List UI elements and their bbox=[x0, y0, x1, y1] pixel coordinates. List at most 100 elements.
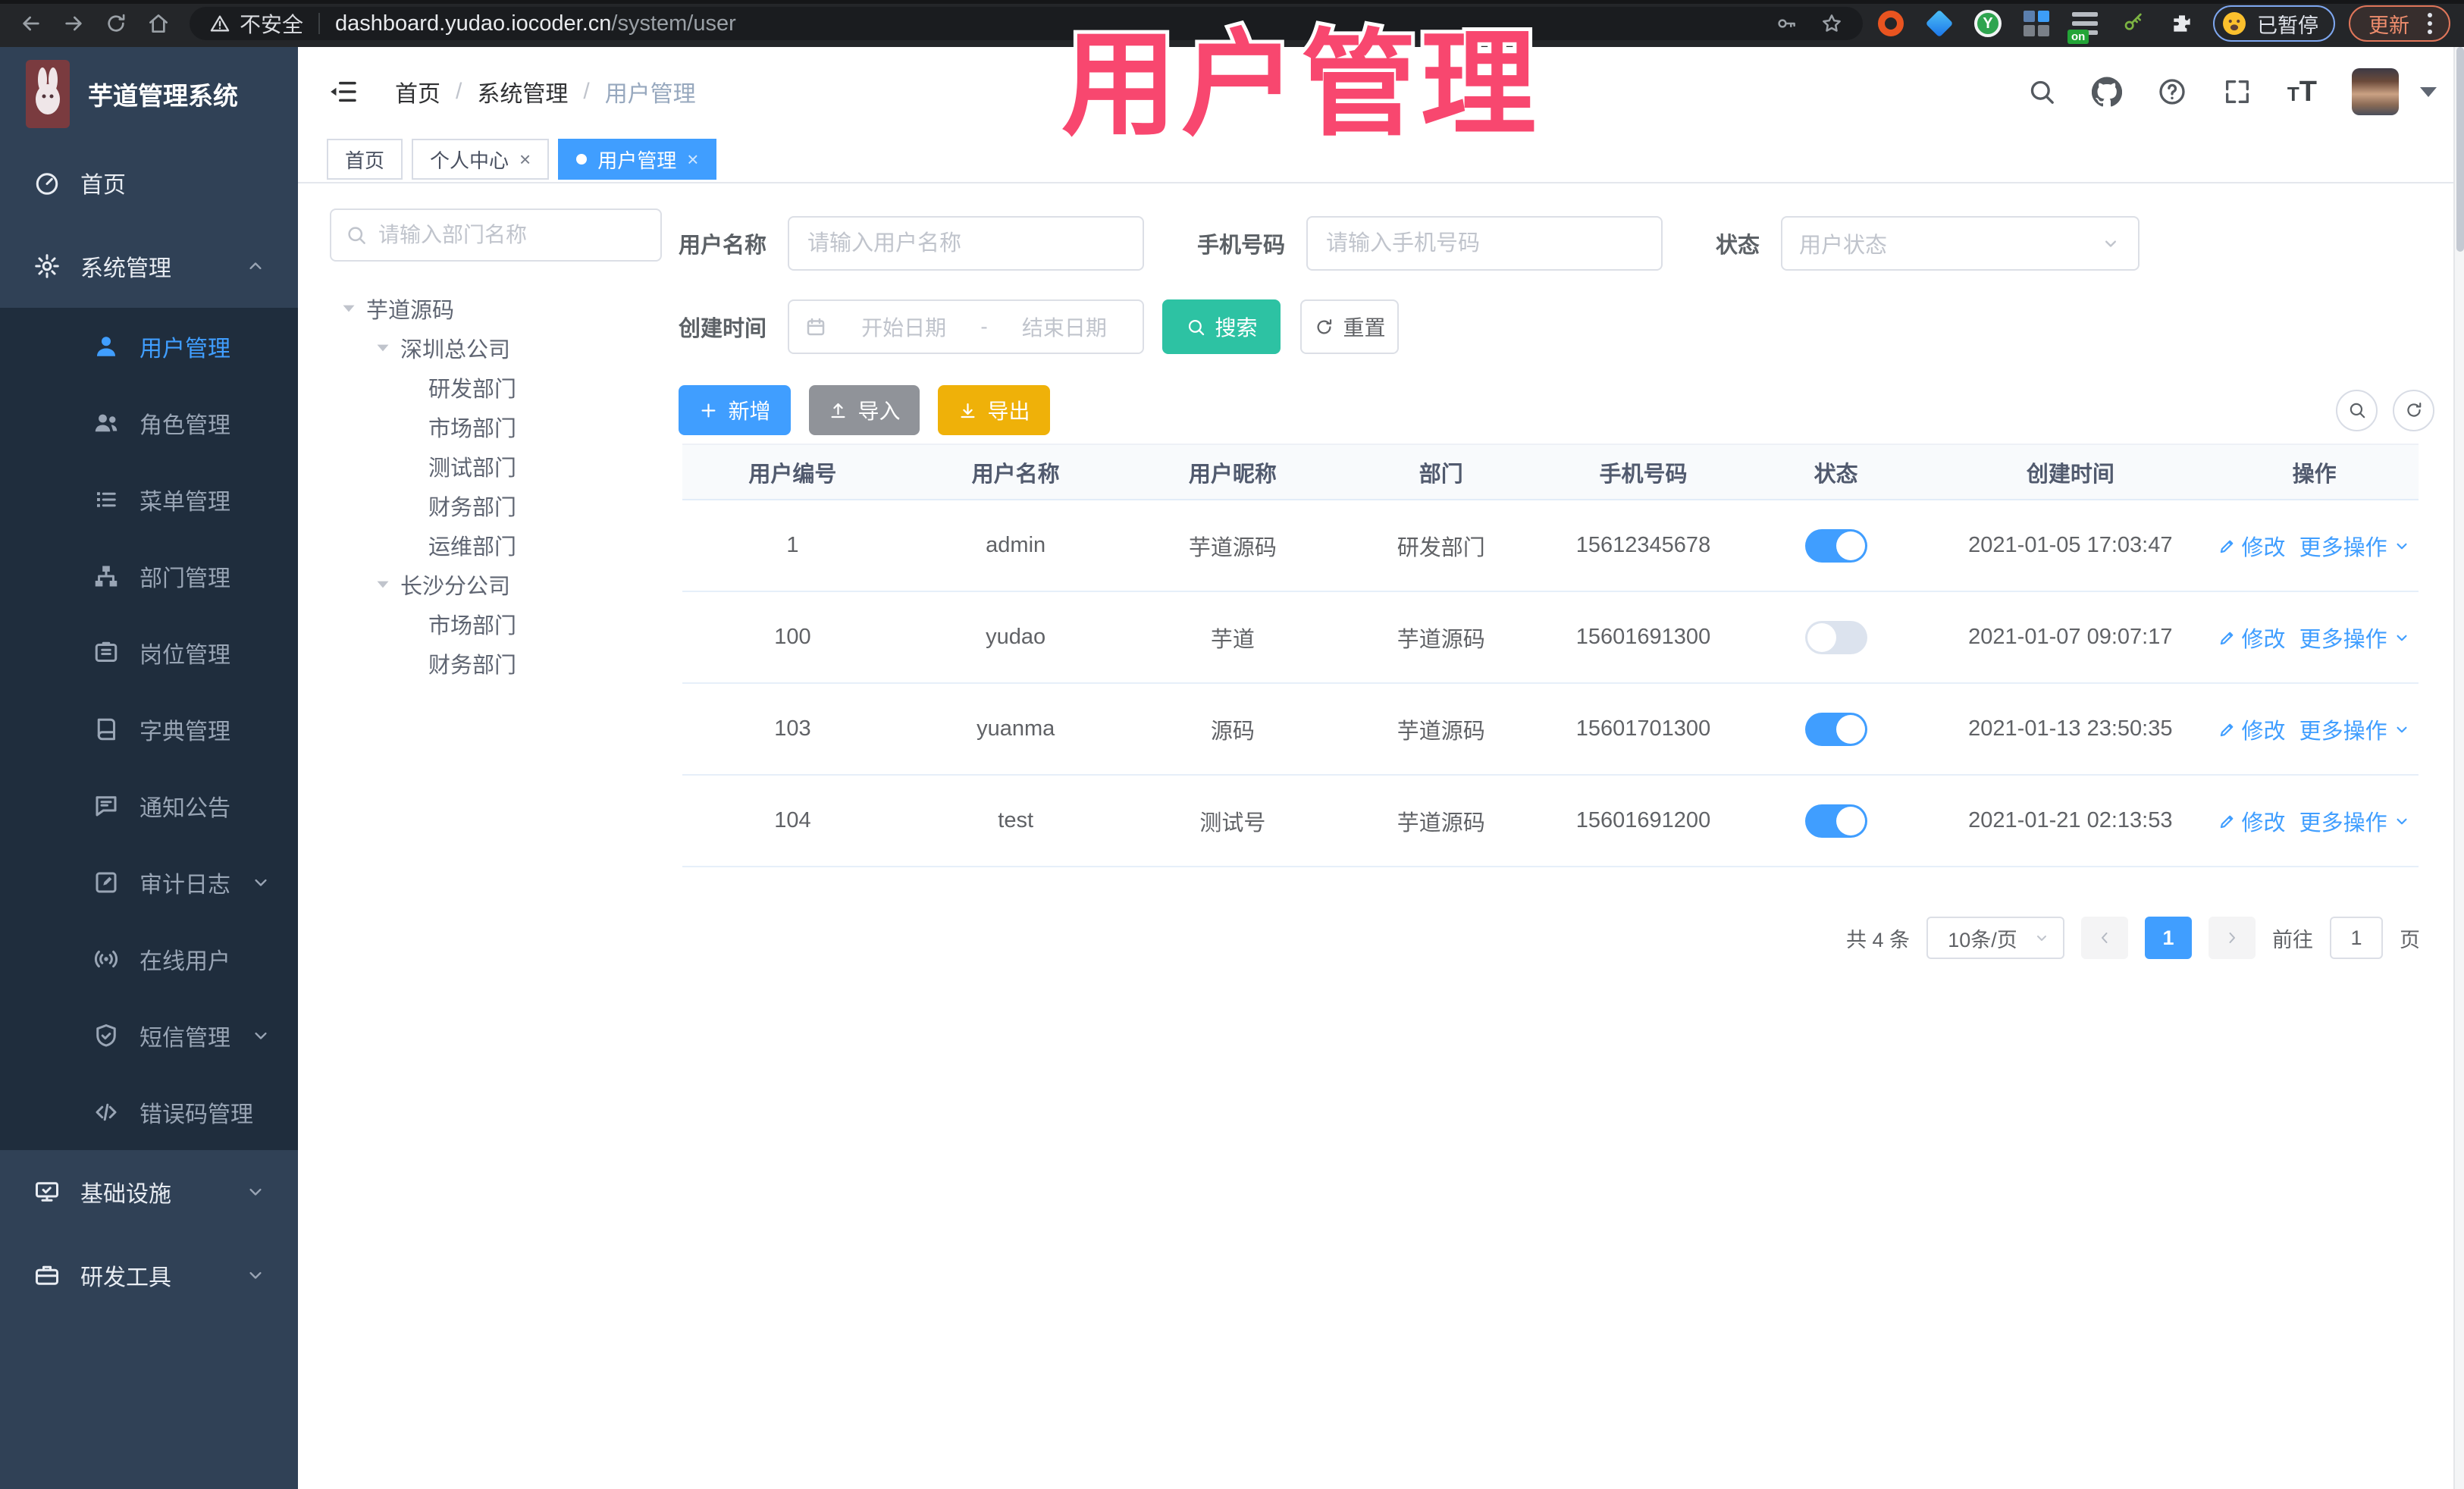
status-toggle[interactable] bbox=[1804, 620, 1867, 654]
tab-profile[interactable]: 个人中心 × bbox=[412, 139, 550, 180]
show-search-toggle-button[interactable] bbox=[2336, 389, 2378, 431]
tab-user-management[interactable]: 用户管理 × bbox=[558, 139, 717, 180]
tree-node[interactable]: 财务部门 bbox=[330, 486, 662, 525]
extension-key-icon[interactable] bbox=[2119, 9, 2148, 38]
status-toggle[interactable] bbox=[1804, 712, 1867, 746]
extension-y-icon[interactable]: Y bbox=[1973, 9, 2002, 38]
search-button[interactable]: 搜索 bbox=[1162, 299, 1281, 354]
page-size-select[interactable]: 10条/页 bbox=[1926, 917, 2064, 959]
current-page[interactable]: 1 bbox=[2145, 917, 2192, 959]
browser-menu-icon[interactable] bbox=[2423, 10, 2437, 37]
extension-grid-icon[interactable] bbox=[2022, 9, 2051, 38]
tree-caret-icon[interactable] bbox=[337, 297, 360, 320]
sidebar-item[interactable]: 首页 bbox=[0, 141, 298, 224]
password-key-icon[interactable] bbox=[1775, 12, 1798, 35]
browser-home-button[interactable] bbox=[141, 6, 176, 41]
close-tab-icon[interactable]: × bbox=[687, 148, 698, 171]
sidebar-item[interactable]: 角色管理 bbox=[0, 384, 298, 461]
next-page-button[interactable] bbox=[2209, 917, 2256, 959]
import-button[interactable]: 导入 bbox=[809, 385, 920, 435]
cell-user-id: 104 bbox=[774, 808, 811, 832]
tree-node[interactable]: 市场部门 bbox=[330, 407, 662, 447]
scrollbar[interactable] bbox=[2453, 47, 2464, 1489]
app-logo[interactable]: 芋道管理系统 bbox=[0, 47, 298, 141]
edit-action[interactable]: 修改 bbox=[2218, 622, 2286, 654]
mobile-input[interactable] bbox=[1306, 216, 1663, 271]
edit-action[interactable]: 修改 bbox=[2218, 530, 2286, 562]
status-toggle[interactable] bbox=[1804, 528, 1867, 563]
extension-switch-icon[interactable]: on bbox=[2067, 9, 2099, 44]
breadcrumb-system[interactable]: 系统管理 bbox=[477, 75, 568, 108]
tree-node[interactable]: 市场部门 bbox=[330, 604, 662, 644]
sidebar-item[interactable]: 短信管理 bbox=[0, 997, 298, 1074]
tree-node[interactable]: 运维部门 bbox=[330, 525, 662, 565]
sidebar-item[interactable]: 字典管理 bbox=[0, 691, 298, 767]
tree-node[interactable]: 财务部门 bbox=[330, 644, 662, 683]
tree-node[interactable]: 测试部门 bbox=[330, 447, 662, 486]
status-toggle[interactable] bbox=[1804, 804, 1867, 838]
tree-node[interactable]: 芋道源码 bbox=[330, 289, 662, 328]
sidebar-item[interactable]: 系统管理 bbox=[0, 224, 298, 308]
sidebar-item[interactable]: 部门管理 bbox=[0, 538, 298, 614]
address-bar[interactable]: 不安全 dashboard.yudao.iocoder.cn/system/us… bbox=[190, 7, 1863, 40]
scrollbar-thumb[interactable] bbox=[2456, 47, 2464, 252]
export-button[interactable]: 导出 bbox=[938, 385, 1050, 435]
devtools-icon bbox=[33, 1262, 61, 1289]
fullscreen-icon[interactable] bbox=[2222, 77, 2252, 107]
sidebar-item[interactable]: 在线用户 bbox=[0, 920, 298, 997]
tree-caret-icon[interactable] bbox=[371, 573, 394, 596]
status-select[interactable]: 用户状态 bbox=[1781, 216, 2140, 271]
security-label[interactable]: 不安全 bbox=[240, 8, 303, 39]
tree-node[interactable]: 长沙分公司 bbox=[330, 565, 662, 604]
edit-action[interactable]: 修改 bbox=[2218, 805, 2286, 837]
more-actions[interactable]: 更多操作 bbox=[2299, 530, 2412, 562]
avatar-caret-icon[interactable] bbox=[2420, 86, 2437, 97]
extensions-puzzle-icon[interactable] bbox=[2168, 9, 2196, 38]
refresh-icon bbox=[2406, 403, 2421, 417]
font-size-icon[interactable]: TT bbox=[2287, 76, 2317, 108]
username-input[interactable] bbox=[788, 216, 1145, 271]
extension-kite-icon[interactable] bbox=[1925, 9, 1954, 38]
sidebar-item[interactable]: 菜单管理 bbox=[0, 461, 298, 538]
sidebar-item[interactable]: 审计日志 bbox=[0, 844, 298, 920]
extension-ubuntu-icon[interactable] bbox=[1876, 9, 1905, 38]
help-icon[interactable] bbox=[2157, 77, 2187, 107]
browser-reload-button[interactable] bbox=[99, 6, 133, 41]
goto-page-input[interactable] bbox=[2330, 917, 2383, 959]
tree-node[interactable]: 深圳总公司 bbox=[330, 328, 662, 368]
page-url[interactable]: dashboard.yudao.iocoder.cn/system/user bbox=[335, 11, 736, 36]
refresh-table-button[interactable] bbox=[2393, 389, 2434, 431]
sidebar-item[interactable]: 通知公告 bbox=[0, 767, 298, 844]
more-actions[interactable]: 更多操作 bbox=[2299, 713, 2412, 745]
calendar-icon bbox=[807, 318, 825, 336]
tab-home[interactable]: 首页 bbox=[327, 139, 403, 180]
date-range-picker[interactable]: 开始日期 - 结束日期 bbox=[788, 299, 1145, 354]
sidebar-item[interactable]: 用户管理 bbox=[0, 308, 298, 384]
edit-action[interactable]: 修改 bbox=[2218, 713, 2286, 745]
bookmark-star-icon[interactable] bbox=[1820, 12, 1843, 35]
browser-update-chip[interactable]: 更新 bbox=[2349, 5, 2450, 42]
collapse-sidebar-icon[interactable] bbox=[328, 76, 360, 108]
sidebar-item[interactable]: 基础设施 bbox=[0, 1150, 298, 1234]
tree-node[interactable]: 研发部门 bbox=[330, 368, 662, 407]
breadcrumb-home[interactable]: 首页 bbox=[395, 75, 440, 108]
sidebar-item[interactable]: 岗位管理 bbox=[0, 614, 298, 691]
prev-page-button[interactable] bbox=[2081, 917, 2128, 959]
reset-button[interactable]: 重置 bbox=[1300, 299, 1400, 354]
chevron-down-icon bbox=[2105, 240, 2117, 247]
browser-back-button[interactable] bbox=[14, 6, 49, 41]
user-avatar[interactable] bbox=[2352, 68, 2399, 115]
sidebar-item[interactable]: 研发工具 bbox=[0, 1234, 298, 1317]
close-tab-icon[interactable]: × bbox=[519, 148, 531, 171]
tree-caret-icon[interactable] bbox=[371, 337, 394, 359]
github-icon[interactable] bbox=[2091, 77, 2122, 107]
more-actions[interactable]: 更多操作 bbox=[2299, 805, 2412, 837]
add-button[interactable]: 新增 bbox=[679, 385, 791, 435]
profile-paused-chip[interactable]: 已暂停 bbox=[2213, 5, 2335, 42]
department-search-input[interactable] bbox=[378, 223, 660, 247]
header-search-icon[interactable] bbox=[2027, 77, 2057, 107]
more-actions[interactable]: 更多操作 bbox=[2299, 622, 2412, 654]
sidebar-item[interactable]: 错误码管理 bbox=[0, 1074, 298, 1150]
browser-forward-button[interactable] bbox=[56, 6, 91, 41]
id-badge-icon bbox=[92, 639, 120, 666]
